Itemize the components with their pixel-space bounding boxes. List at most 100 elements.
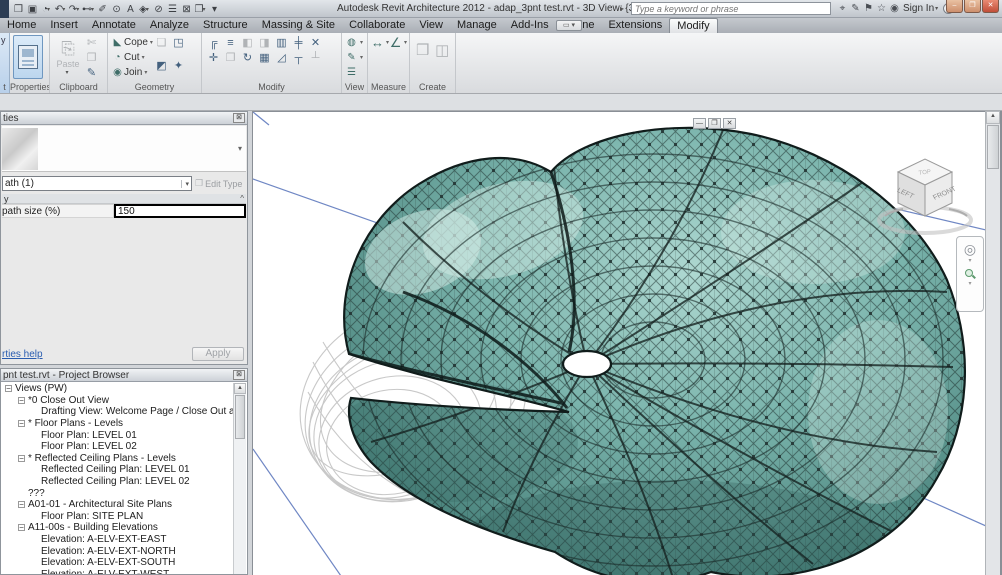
beam-joins-icon[interactable]: ◳ <box>170 35 187 50</box>
browser-scrollbar-thumb[interactable] <box>235 395 245 439</box>
infocenter-search-input[interactable] <box>631 2 831 15</box>
tree-expander-icon[interactable]: − <box>18 397 25 404</box>
window-minimize-button[interactable]: – <box>946 0 963 13</box>
minimize-ribbon-button[interactable]: ▭ ▾ <box>556 20 582 31</box>
application-menu-button-partial[interactable] <box>0 0 9 18</box>
sign-in-button[interactable]: Sign In <box>903 3 934 14</box>
project-browser-close-icon[interactable]: ⊠ <box>233 370 245 380</box>
tree-item[interactable]: Floor Plan: LEVEL 02 <box>2 441 233 453</box>
scroll-up-icon[interactable]: ▲ <box>234 383 246 394</box>
type-selector-combobox[interactable]: ath (1) ▾ <box>2 176 192 191</box>
tree-item[interactable]: ??? <box>2 487 233 499</box>
tree-item[interactable]: Floor Plan: SITE PLAN <box>2 511 233 523</box>
apply-coping-icon[interactable]: ❏ <box>153 35 170 50</box>
rotate-icon[interactable]: ↻ <box>239 50 256 65</box>
type-selector-dropdown-icon[interactable]: ▾ <box>181 180 189 188</box>
properties-toggle-button[interactable] <box>13 35 43 79</box>
user-icon[interactable]: ◉ <box>888 2 901 16</box>
window-maximize-button[interactable]: ❐ <box>964 0 981 13</box>
mirror-draw-axis-icon[interactable]: ◨ <box>256 35 273 50</box>
view-close-button[interactable]: ✕ <box>723 118 736 129</box>
paste-dropdown-icon[interactable]: ▾ <box>65 69 68 76</box>
tree-item[interactable]: − * Floor Plans - Levels <box>2 418 233 430</box>
ribbon-tab[interactable]: Insert <box>43 18 85 33</box>
properties-help-link[interactable]: rties help <box>2 349 43 360</box>
copy-to-clipboard-icon[interactable]: ❐ <box>83 50 100 65</box>
steering-wheel-dropdown-icon[interactable]: ▾ <box>968 257 971 265</box>
delete-icon[interactable]: ✕ <box>307 35 324 50</box>
geometry-tool-button[interactable]: ◣ Cope ▾ <box>111 35 153 50</box>
create-group-icon[interactable]: ❒ <box>413 35 433 65</box>
tree-expander-icon[interactable]: − <box>18 420 25 427</box>
tree-item[interactable]: − Views (PW) <box>2 383 233 395</box>
edit-type-button[interactable]: ❐ Edit Type <box>195 176 247 191</box>
tree-item[interactable]: Reflected Ceiling Plan: LEVEL 01 <box>2 464 233 476</box>
array-icon[interactable]: ▦ <box>256 50 273 65</box>
close-hidden-windows-button[interactable]: ⊠ <box>180 2 193 17</box>
ribbon-tab[interactable]: Home <box>0 18 43 33</box>
ribbon-tab[interactable]: Extensions <box>601 18 669 33</box>
redo-button[interactable]: ↷▾ <box>68 2 81 17</box>
tree-expander-icon[interactable]: − <box>5 385 12 392</box>
parameter-group-header[interactable]: y ^ <box>2 194 246 204</box>
project-browser-titlebar[interactable]: pnt test.rvt - Project Browser ⊠ <box>1 369 247 382</box>
view-tool-button[interactable]: ◍ ▾ <box>345 35 364 50</box>
tree-expander-icon[interactable]: − <box>18 455 25 462</box>
view-tool-button[interactable]: ☰ <box>345 65 364 80</box>
paint-icon[interactable]: ◩ <box>153 58 170 73</box>
cut-to-clipboard-icon[interactable]: ✄ <box>83 35 100 50</box>
tree-item[interactable]: Elevation: A-ELV-EXT-NORTH <box>2 545 233 557</box>
properties-close-icon[interactable]: ⊠ <box>233 113 245 123</box>
ribbon-tab[interactable]: Massing & Site <box>255 18 342 33</box>
communication-center-icon[interactable]: ⚑ <box>862 2 875 16</box>
window-close-button[interactable]: ✕ <box>982 0 999 13</box>
customize-qat-button[interactable]: ▾ <box>208 2 221 17</box>
open-button[interactable]: ❒ <box>12 2 25 17</box>
align-icon[interactable]: ╔ <box>205 35 222 50</box>
view-restore-button[interactable]: ❐ <box>708 118 721 129</box>
ribbon-tab[interactable]: Analyze <box>143 18 196 33</box>
offset-icon[interactable]: ≡ <box>222 35 239 50</box>
view-minimize-button[interactable]: — <box>693 118 706 129</box>
move-icon[interactable]: ✛ <box>205 50 222 65</box>
tag-by-category-button[interactable]: ⊙ <box>110 2 123 17</box>
tree-expander-icon[interactable]: − <box>18 501 25 508</box>
mirror-pick-axis-icon[interactable]: ◧ <box>239 35 256 50</box>
parameter-value-input[interactable]: 150 <box>114 204 246 218</box>
undo-button[interactable]: ↶▾ <box>54 2 67 17</box>
tree-item[interactable]: Elevation: A-ELV-EXT-SOUTH <box>2 557 233 569</box>
create-similar-icon[interactable]: ◫ <box>433 35 453 65</box>
geometry-tool-button[interactable]: ◉ Join ▾ <box>111 65 153 80</box>
measure-button[interactable]: ⊷▾ <box>82 2 95 17</box>
pin-icon[interactable]: ┬ <box>290 50 307 65</box>
geometry-tool-button[interactable]: ◔ Cut ▾ <box>111 50 153 65</box>
match-type-icon[interactable]: ✎ <box>83 65 100 80</box>
preview-dropdown-icon[interactable]: ▾ <box>238 144 242 153</box>
browser-vertical-scrollbar[interactable]: ▲ <box>233 383 246 574</box>
text-button[interactable]: A <box>124 2 137 17</box>
view-tool-button[interactable]: ✎ ▾ <box>345 50 364 65</box>
measure-tool-button[interactable]: ∠ ▾ <box>389 35 407 50</box>
ribbon-tab[interactable]: View <box>412 18 450 33</box>
tree-item[interactable]: Floor Plan: LEVEL 01 <box>2 429 233 441</box>
select-panel-partial[interactable]: y t <box>0 33 10 93</box>
properties-palette-titlebar[interactable]: ties ⊠ <box>1 112 247 125</box>
scroll-up-icon[interactable]: ▲ <box>986 111 1000 124</box>
tree-item[interactable]: Reflected Ceiling Plan: LEVEL 02 <box>2 476 233 488</box>
infocenter-expander-icon[interactable]: ▸ <box>620 4 624 13</box>
scale-icon[interactable]: ◿ <box>273 50 290 65</box>
demolish-icon[interactable]: ✦ <box>170 58 187 73</box>
subscription-center-icon[interactable]: ✎ <box>849 2 862 16</box>
search-icon[interactable]: ⌖ <box>836 2 849 16</box>
dropdown-icon[interactable]: ▾ <box>142 54 145 61</box>
apply-button[interactable]: Apply <box>192 347 244 361</box>
save-button[interactable]: ▣ <box>26 2 39 17</box>
tree-item[interactable]: Elevation: A-ELV-EXT-EAST <box>2 534 233 546</box>
zoom-dropdown-icon[interactable]: ▾ <box>968 280 971 288</box>
default-3d-view-button[interactable]: ◈▾ <box>138 2 151 17</box>
paste-button[interactable]: ⎘ Paste ▾ <box>53 35 83 79</box>
sync-with-central-button[interactable]: ◔▾ <box>40 2 53 17</box>
viewcube[interactable]: TOP LEFT FRONT <box>875 146 979 244</box>
drawing-area-3d-view[interactable]: — ❐ ✕ TOP LEFT FRONT ◎ ▾ ▾ <box>252 111 985 575</box>
tree-item[interactable]: − *0 Close Out View <box>2 395 233 407</box>
